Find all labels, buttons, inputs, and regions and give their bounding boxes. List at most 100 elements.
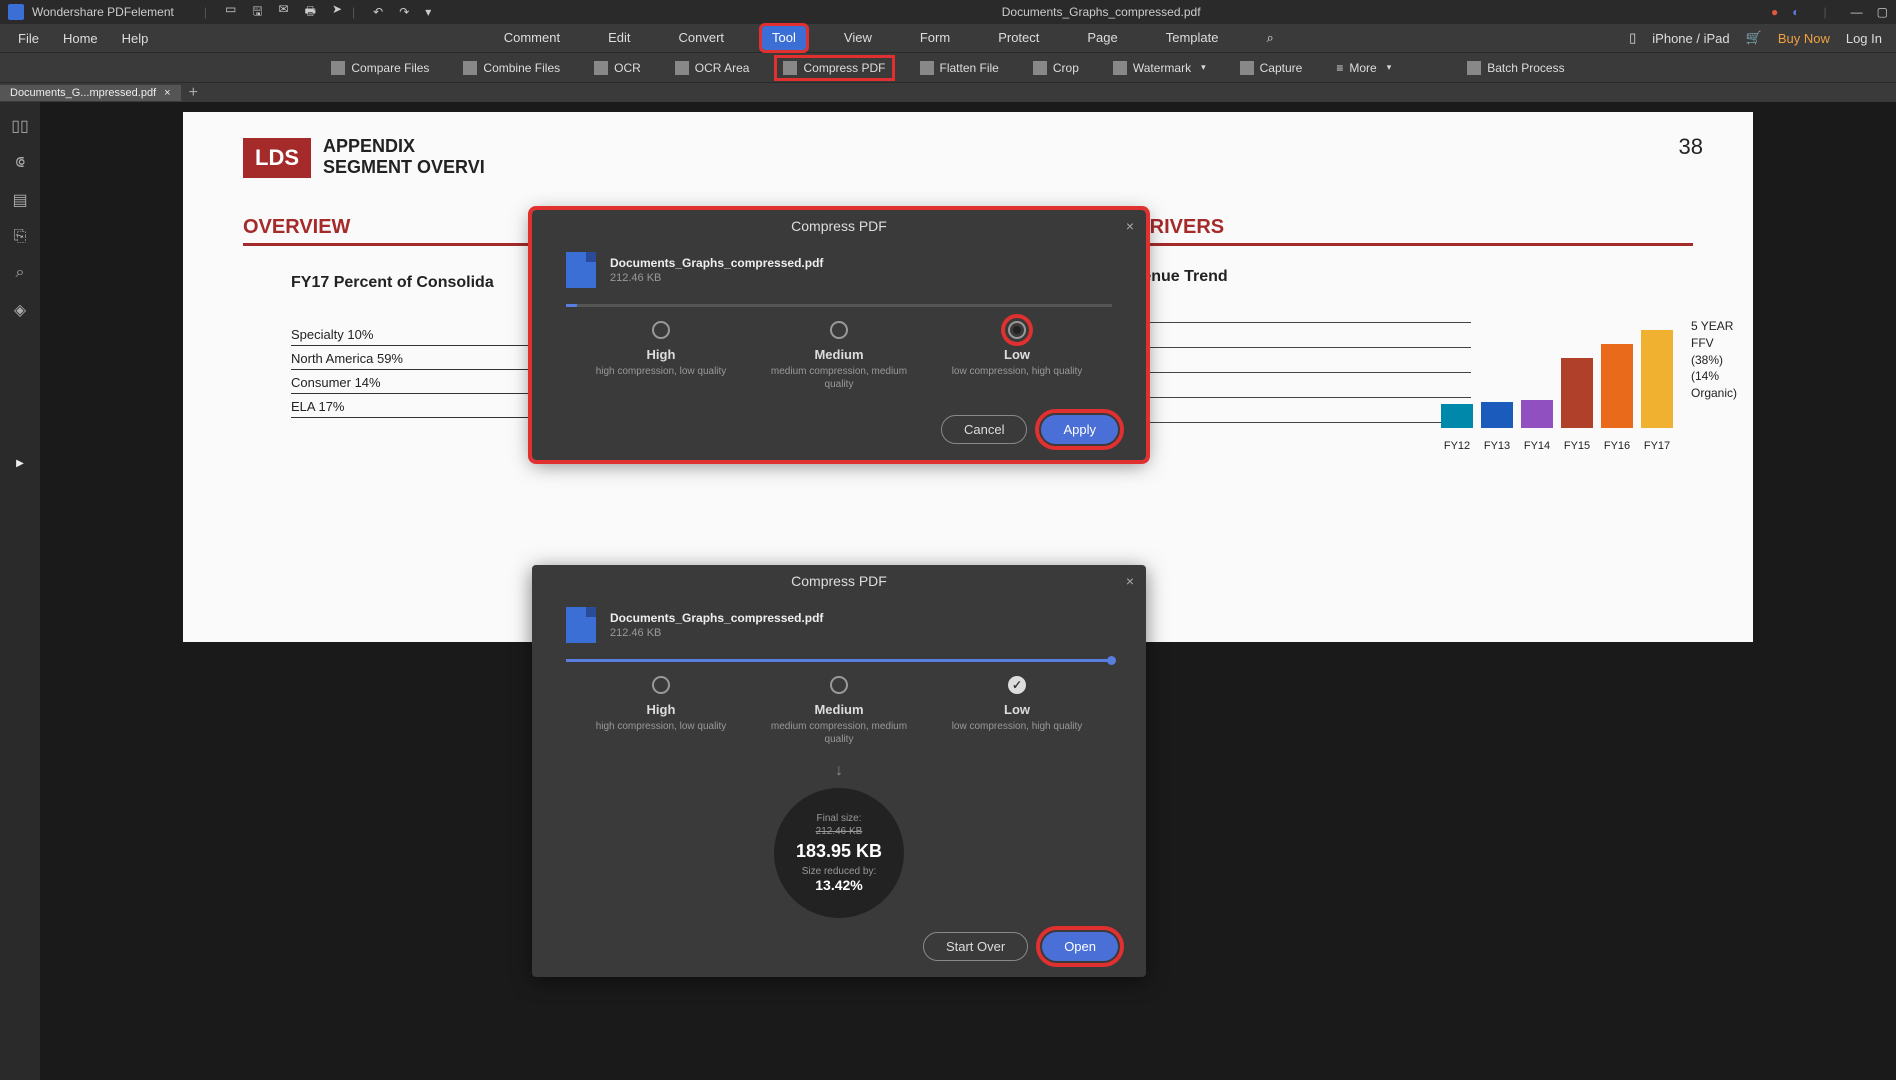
search-icon[interactable]: ⌕ [1257, 26, 1284, 50]
menu-convert[interactable]: Convert [669, 26, 735, 50]
app-name: Wondershare PDFelement [32, 5, 174, 19]
tool-ocr-area[interactable]: OCR Area [669, 58, 756, 78]
tool-ocr-label: OCR [614, 61, 641, 75]
tool-ocr-area-label: OCR Area [695, 61, 750, 75]
menu-view[interactable]: View [834, 26, 882, 50]
radio-icon[interactable] [652, 321, 670, 339]
bar-label: FY16 [1601, 440, 1633, 452]
doc-title-1: APPENDIX [323, 136, 485, 157]
attachment-icon[interactable]: ⎘ [14, 228, 27, 246]
tool-crop[interactable]: Crop [1027, 58, 1085, 78]
bar [1561, 358, 1593, 428]
menu-home[interactable]: Home [63, 31, 98, 46]
file-size: 212.46 KB [610, 627, 823, 639]
layers-icon[interactable]: ◈ [14, 300, 26, 320]
tool-compress[interactable]: Compress PDF [777, 58, 891, 78]
radio-icon[interactable] [652, 676, 670, 694]
menu-iphone[interactable]: iPhone / iPad [1652, 31, 1729, 46]
dialog-title-text: Compress PDF [791, 218, 887, 234]
option-low[interactable]: Low low compression, high quality [947, 321, 1087, 391]
undo-icon[interactable]: ↶ [373, 5, 383, 19]
bar-label: FY17 [1641, 440, 1673, 452]
menu-left: File Home Help [0, 31, 148, 46]
menu-buy[interactable]: Buy Now [1778, 31, 1830, 46]
minimize-icon[interactable]: — [1851, 5, 1863, 19]
tool-watermark-label: Watermark [1133, 61, 1191, 75]
tool-compare[interactable]: Compare Files [325, 58, 435, 78]
tool-crop-label: Crop [1053, 61, 1079, 75]
option-desc: low compression, high quality [947, 365, 1087, 378]
file-name: Documents_Graphs_compressed.pdf [610, 611, 823, 625]
tool-batch[interactable]: Batch Process [1461, 58, 1570, 78]
redo-icon[interactable]: ↷ [399, 5, 409, 19]
open-icon[interactable]: ▭ [225, 2, 236, 23]
option-low[interactable]: Low low compression, high quality [947, 676, 1087, 746]
menu-comment[interactable]: Comment [494, 26, 570, 50]
capture-icon [1240, 61, 1254, 75]
start-over-button[interactable]: Start Over [923, 932, 1028, 961]
menu-page[interactable]: Page [1077, 26, 1127, 50]
menu-login[interactable]: Log In [1846, 31, 1882, 46]
notification-icon[interactable]: ● [1771, 5, 1778, 19]
option-high[interactable]: High high compression, low quality [591, 321, 731, 391]
ocr-icon [594, 61, 608, 75]
compress-icon [783, 61, 797, 75]
bar-label: FY13 [1481, 440, 1513, 452]
menu-edit[interactable]: Edit [598, 26, 640, 50]
option-medium[interactable]: Medium medium compression, medium qualit… [769, 676, 909, 746]
tool-combine-label: Combine Files [483, 61, 560, 75]
tool-flatten[interactable]: Flatten File [914, 58, 1005, 78]
open-button[interactable]: Open [1042, 932, 1118, 961]
apply-button[interactable]: Apply [1041, 415, 1118, 444]
close-tab-icon[interactable]: × [164, 87, 170, 99]
save-icon[interactable]: 🖫 [252, 2, 262, 23]
separator: | [1824, 5, 1827, 19]
comments-icon[interactable]: ▤ [12, 190, 27, 210]
tool-ocr[interactable]: OCR [588, 58, 647, 78]
tool-compress-label: Compress PDF [803, 61, 885, 75]
bar [1601, 344, 1633, 428]
radio-icon[interactable] [1008, 676, 1026, 694]
titlebar-actions: ▭ 🖫 ✉ 🖶 ➤ [225, 2, 342, 23]
option-desc: high compression, low quality [591, 720, 731, 733]
radio-icon[interactable] [830, 676, 848, 694]
bookmark-icon[interactable]: ⟃ [15, 154, 25, 172]
menu-template[interactable]: Template [1156, 26, 1229, 50]
radio-icon[interactable] [1008, 321, 1026, 339]
mail-icon[interactable]: ✉ [279, 2, 289, 23]
tool-watermark[interactable]: Watermark▾ [1107, 58, 1212, 78]
tool-combine[interactable]: Combine Files [457, 58, 566, 78]
cancel-button[interactable]: Cancel [941, 415, 1027, 444]
option-medium[interactable]: Medium medium compression, medium qualit… [769, 321, 909, 391]
tool-more[interactable]: ≡More▾ [1330, 58, 1397, 78]
tool-flatten-label: Flatten File [940, 61, 999, 75]
menu-form[interactable]: Form [910, 26, 960, 50]
close-dialog-icon[interactable]: × [1126, 573, 1134, 589]
menu-tool[interactable]: Tool [762, 26, 806, 50]
menu-protect[interactable]: Protect [988, 26, 1049, 50]
thumbnails-icon[interactable]: ▯▯ [11, 116, 29, 136]
final-size-label: Final size: [816, 813, 861, 824]
bar [1441, 404, 1473, 428]
data-row: Consumer 14% [291, 370, 551, 394]
theme-icon[interactable]: ◐ [1792, 5, 1799, 19]
tab-bar: Documents_G...mpressed.pdf × + [0, 82, 1896, 102]
print-icon[interactable]: 🖶 [305, 2, 316, 23]
radio-icon[interactable] [830, 321, 848, 339]
menu-file[interactable]: File [18, 31, 39, 46]
new-tab-button[interactable]: + [189, 84, 198, 102]
compression-options: High high compression, low quality Mediu… [532, 662, 1146, 756]
expand-sidebar-icon[interactable]: ▶ [16, 458, 24, 469]
document-tab[interactable]: Documents_G...mpressed.pdf × [0, 85, 181, 101]
reduced-label: Size reduced by: [802, 866, 877, 877]
tool-capture[interactable]: Capture [1234, 58, 1309, 78]
crop-icon [1033, 61, 1047, 75]
menu-help[interactable]: Help [122, 31, 149, 46]
option-high[interactable]: High high compression, low quality [591, 676, 731, 746]
annot-line: (38%) [1691, 352, 1737, 369]
share-icon[interactable]: ➤ [332, 2, 342, 23]
search-panel-icon[interactable]: ⌕ [16, 264, 25, 282]
maximize-icon[interactable]: ▢ [1877, 5, 1888, 19]
option-label: Low [947, 702, 1087, 717]
close-dialog-icon[interactable]: × [1126, 218, 1134, 234]
